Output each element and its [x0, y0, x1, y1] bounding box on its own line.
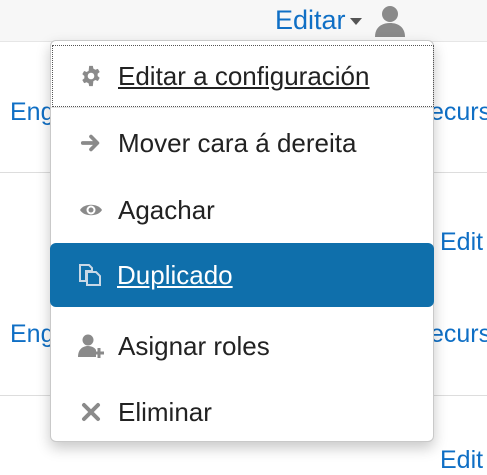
edit-toggle-label: Editar — [275, 4, 346, 35]
menu-item-label: Mover cara á dereita — [118, 127, 357, 158]
menu-item-label: Duplicado — [117, 259, 233, 290]
resource-link[interactable]: ecurs — [430, 320, 487, 349]
user-plus-icon — [78, 333, 104, 359]
resource-link[interactable]: ecurs — [430, 98, 487, 127]
eye-icon — [78, 197, 104, 223]
page-header-bar: Editar — [0, 0, 487, 42]
menu-item-label: Asignar roles — [118, 330, 270, 361]
duplicate-icon — [77, 262, 103, 288]
delete-icon — [78, 399, 104, 425]
activity-link[interactable]: Eng — [10, 98, 54, 127]
menu-item-delete[interactable]: Eliminar — [51, 380, 435, 444]
menu-item-move-right[interactable]: Mover cara á dereita — [51, 111, 435, 175]
edit-dropdown-menu: Editar a configuración Mover cara á dere… — [50, 40, 434, 442]
gear-icon — [78, 63, 104, 89]
activity-link[interactable]: Eng — [10, 320, 54, 349]
arrow-right-icon — [78, 130, 104, 156]
edit-link[interactable]: Edit — [440, 228, 483, 257]
menu-item-hide[interactable]: Agachar — [51, 178, 435, 242]
menu-item-assign-roles[interactable]: Asignar roles — [51, 314, 435, 378]
edit-link[interactable]: Edit — [440, 446, 483, 475]
menu-item-label: Eliminar — [118, 396, 212, 427]
edit-menu-toggle[interactable]: Editar — [275, 0, 407, 40]
menu-divider — [51, 107, 433, 108]
menu-item-duplicate[interactable]: Duplicado — [50, 243, 434, 307]
user-icon — [373, 3, 407, 37]
menu-item-label: Agachar — [118, 194, 215, 225]
caret-down-icon — [349, 18, 362, 25]
menu-item-label: Editar a configuración — [118, 60, 370, 91]
menu-item-edit-settings[interactable]: Editar a configuración — [51, 44, 435, 108]
